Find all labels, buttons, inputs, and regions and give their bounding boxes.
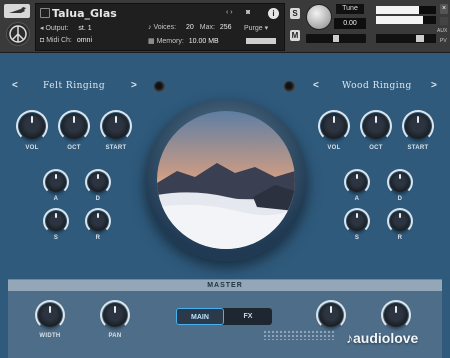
meter-fill-right (376, 16, 423, 24)
left-attack-knob[interactable] (43, 169, 69, 195)
right-oct-label: OCT (369, 145, 383, 151)
pv-label[interactable]: PV (440, 38, 447, 44)
left-release-label: R (95, 235, 101, 241)
peace-logo-icon (6, 22, 30, 46)
right-prev-arrow[interactable]: < (313, 80, 319, 91)
left-sustain-knob[interactable] (43, 208, 69, 234)
center-porthole-image (145, 99, 307, 261)
tune-knob[interactable] (306, 4, 332, 30)
master-title: MASTER (8, 280, 442, 291)
instrument-name[interactable]: Talua_Glas (52, 7, 117, 20)
solo-button[interactable]: S (290, 8, 300, 19)
left-sustain-label: S (53, 235, 59, 241)
master-right-knob-2[interactable] (381, 300, 411, 330)
left-prev-arrow[interactable]: < (12, 80, 18, 91)
landscape-photo (157, 111, 295, 249)
audio-wave-icon: ♪ (346, 330, 353, 346)
left-vol-label: VOL (25, 145, 39, 151)
left-panel-title: Felt Ringing (43, 81, 106, 91)
right-vol-knob[interactable] (318, 110, 350, 142)
minimize-icon[interactable] (440, 17, 448, 25)
right-oct-knob[interactable] (360, 110, 392, 142)
master-pan-knob[interactable] (100, 300, 130, 330)
right-indicator-lamp (284, 81, 295, 92)
nav-arrows[interactable]: ‹ › (226, 9, 233, 20)
memory-row: ▦ Memory: 10.00 MB (148, 38, 219, 45)
right-start-label: START (407, 145, 429, 151)
master-tab-bar: MAIN FX (176, 308, 272, 325)
decorative-dot-grid (263, 330, 335, 340)
left-next-arrow[interactable]: > (131, 80, 137, 91)
wrench-icon[interactable] (4, 4, 30, 18)
instrument-header-panel: Talua_Glas ◂ Output: st. 1 ◘ Midi Ch: om… (35, 3, 285, 51)
left-start-knob[interactable] (100, 110, 132, 142)
tab-main[interactable]: MAIN (176, 308, 224, 325)
close-icon[interactable]: × (440, 4, 448, 14)
right-sustain-label: S (354, 235, 360, 241)
right-release-knob[interactable] (387, 208, 413, 234)
left-oct-label: OCT (67, 145, 81, 151)
master-pan-label: PAN (108, 333, 122, 339)
right-next-arrow[interactable]: > (431, 80, 437, 91)
volume-slider[interactable] (376, 34, 436, 43)
right-attack-knob[interactable] (344, 169, 370, 195)
left-attack-label: A (53, 196, 59, 202)
left-oct-knob[interactable] (58, 110, 90, 142)
purge-bar (246, 38, 276, 44)
right-panel-title: Wood Ringing (342, 81, 412, 91)
purge-dropdown[interactable]: Purge ▾ (244, 24, 268, 35)
right-attack-label: A (354, 196, 360, 202)
kontakt-header: Talua_Glas ◂ Output: st. 1 ◘ Midi Ch: om… (0, 0, 450, 53)
master-right-knob-1[interactable] (316, 300, 346, 330)
left-release-knob[interactable] (85, 208, 111, 234)
memory-icon: ▦ (148, 38, 157, 45)
tune-label: Tune (336, 4, 364, 14)
mute-button[interactable]: M (290, 30, 300, 41)
tab-fx[interactable]: FX (224, 308, 272, 325)
master-width-label: WIDTH (39, 333, 61, 339)
level-meter-right (376, 16, 436, 24)
left-indicator-lamp (154, 81, 165, 92)
right-decay-label: D (397, 196, 403, 202)
watermark: ♪audiolove (346, 330, 419, 346)
right-sustain-knob[interactable] (344, 208, 370, 234)
camera-icon[interactable]: ◙ (246, 9, 250, 20)
meter-fill-left (376, 6, 420, 14)
instrument-icon (40, 8, 50, 18)
right-vol-label: VOL (327, 145, 341, 151)
tune-value[interactable]: 0.00 (334, 18, 366, 29)
left-decay-label: D (95, 196, 101, 202)
master-width-knob[interactable] (35, 300, 65, 330)
pan-slider[interactable] (306, 34, 366, 43)
output-row[interactable]: ◂ Output: st. 1 (40, 24, 92, 35)
level-meter-left (376, 6, 436, 14)
midi-value: omni (76, 37, 93, 44)
midi-row[interactable]: ◘ Midi Ch: omni (40, 37, 92, 48)
right-start-knob[interactable] (402, 110, 434, 142)
left-decay-knob[interactable] (85, 169, 111, 195)
voices-row: ♪ Voices: 20 Max: 256 (148, 24, 232, 31)
right-decay-knob[interactable] (387, 169, 413, 195)
output-value: st. 1 (78, 25, 92, 32)
left-start-label: START (105, 145, 127, 151)
right-release-label: R (397, 235, 403, 241)
left-vol-knob[interactable] (16, 110, 48, 142)
info-icon[interactable]: i (268, 8, 279, 19)
aux-label[interactable]: AUX (437, 28, 447, 34)
